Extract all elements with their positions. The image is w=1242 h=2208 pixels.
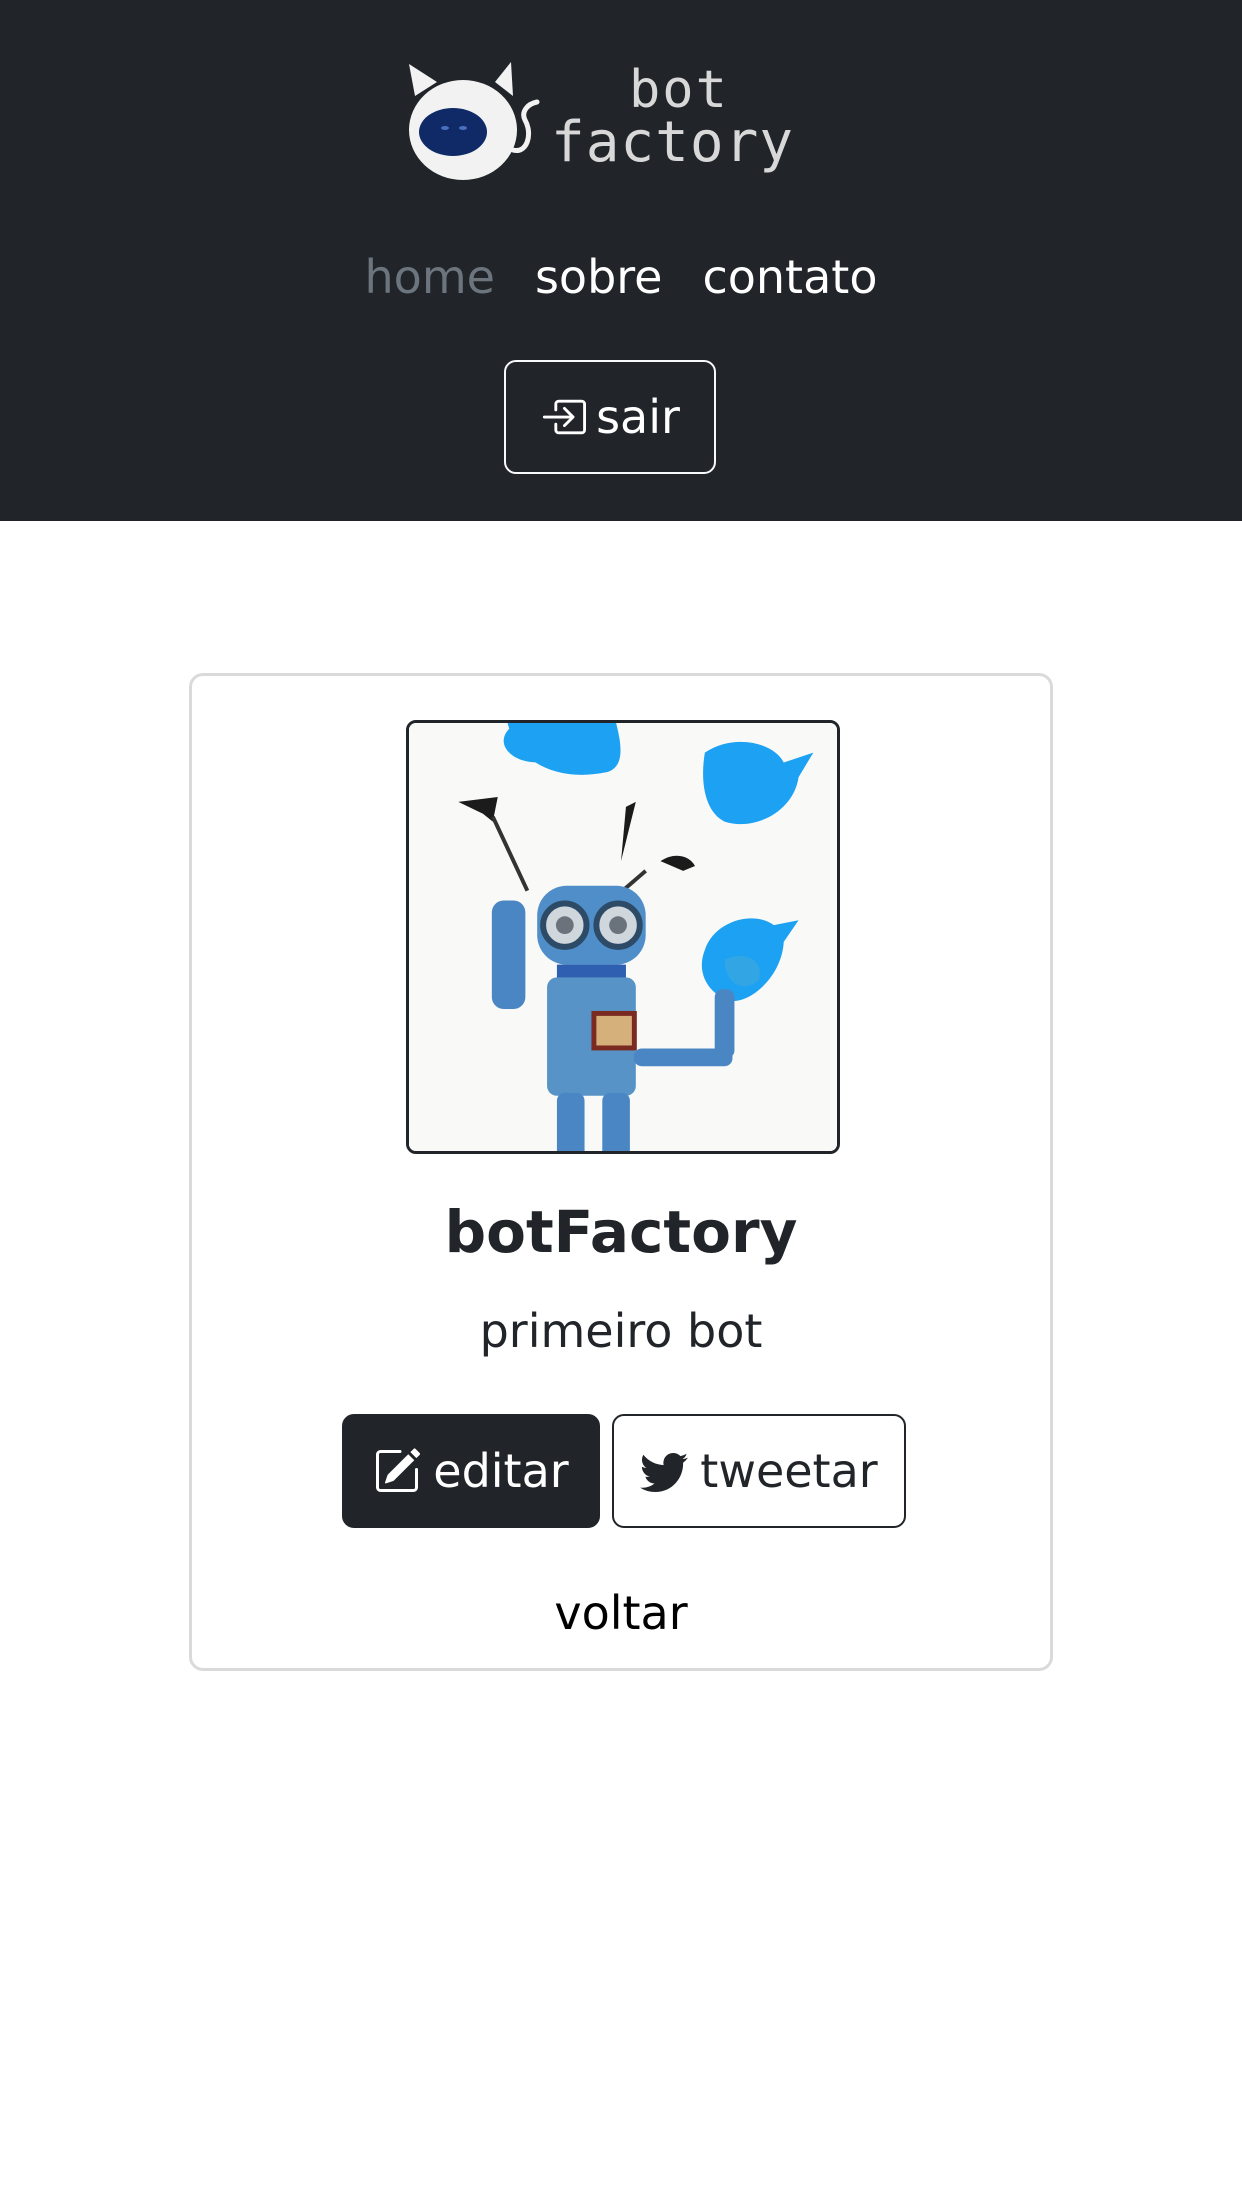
edit-button[interactable]: editar <box>342 1414 600 1528</box>
edit-label: editar <box>433 1444 569 1498</box>
bot-description: primeiro bot <box>479 1304 763 1358</box>
site-header: bot factory home sobre contato sair <box>0 0 1242 521</box>
nav-link-sobre[interactable]: sobre <box>535 242 663 312</box>
bot-avatar-image <box>406 720 840 1154</box>
nav-link-home[interactable]: home <box>365 242 495 312</box>
logout-label: sair <box>596 390 680 444</box>
cat-robot-logo-icon <box>409 62 540 180</box>
tweet-label: tweetar <box>700 1444 878 1498</box>
bot-card: botFactory primeiro bot editar tweetar v… <box>189 673 1053 1671</box>
twitter-bird-icon <box>640 1452 689 1492</box>
logout-button[interactable]: sair <box>504 360 716 474</box>
bot-name: botFactory <box>444 1198 798 1266</box>
back-link[interactable]: voltar <box>192 1586 1050 1640</box>
logo-text-factory: factory <box>551 110 795 175</box>
nav-link-contato[interactable]: contato <box>702 242 877 312</box>
main-nav: home sobre contato <box>0 242 1242 312</box>
box-arrow-in-right-icon <box>542 399 587 435</box>
robot-illustration <box>409 723 837 1151</box>
pencil-square-icon <box>376 1448 421 1492</box>
tweet-button[interactable]: tweetar <box>612 1414 906 1528</box>
brand-logo[interactable]: bot factory <box>403 58 811 186</box>
